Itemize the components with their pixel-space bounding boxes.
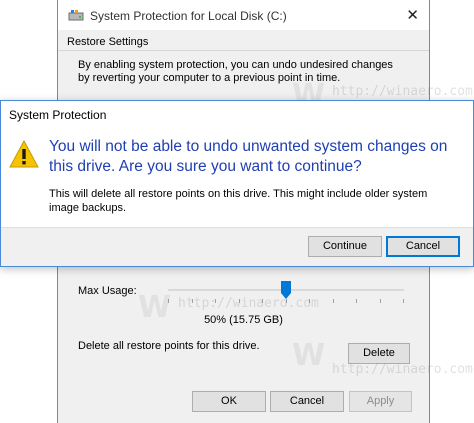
slider-tick: [380, 299, 381, 303]
apply-button: Apply: [349, 391, 412, 412]
window-cancel-button[interactable]: Cancel: [270, 391, 344, 412]
max-usage-value: 50% (15.75 GB): [204, 314, 283, 326]
slider-tick: [262, 299, 263, 303]
dialog-titlebar: System Protection: [1, 101, 473, 129]
slider-tick: [239, 299, 240, 303]
continue-button[interactable]: Continue: [308, 236, 382, 257]
cancel-button[interactable]: Cancel: [386, 236, 460, 257]
slider-tick: [286, 299, 287, 303]
max-usage-label: Max Usage:: [78, 285, 137, 297]
slider-tick: [333, 299, 334, 303]
window-title: System Protection for Local Disk (C:): [90, 9, 287, 23]
slider-tick: [168, 299, 169, 303]
slider-tick: [356, 299, 357, 303]
confirmation-dialog: System Protection You will not be able t…: [0, 100, 474, 267]
dialog-title: System Protection: [9, 108, 107, 122]
slider-tick: [309, 299, 310, 303]
delete-restore-points-label: Delete all restore points for this drive…: [78, 340, 260, 352]
slider-tick: [403, 299, 404, 303]
drive-icon: [68, 10, 84, 21]
delete-button[interactable]: Delete: [348, 343, 410, 364]
slider-tick: [215, 299, 216, 303]
dialog-body: This will delete all restore points on t…: [49, 188, 428, 214]
restore-settings-description: By enabling system protection, you can u…: [78, 59, 393, 84]
warning-icon: [9, 140, 39, 168]
screen: System Protection for Local Disk (C:) ✕ …: [0, 0, 474, 423]
max-usage-slider-ticks: [168, 299, 404, 303]
close-icon[interactable]: ✕: [406, 6, 419, 24]
dialog-heading: You will not be able to undo unwanted sy…: [49, 138, 448, 175]
section-divider: [58, 50, 429, 51]
slider-tick: [192, 299, 193, 303]
window-titlebar: System Protection for Local Disk (C:) ✕: [58, 0, 429, 30]
max-usage-slider-thumb[interactable]: [281, 281, 291, 299]
ok-button[interactable]: OK: [192, 391, 266, 412]
restore-settings-heading: Restore Settings: [67, 36, 149, 48]
